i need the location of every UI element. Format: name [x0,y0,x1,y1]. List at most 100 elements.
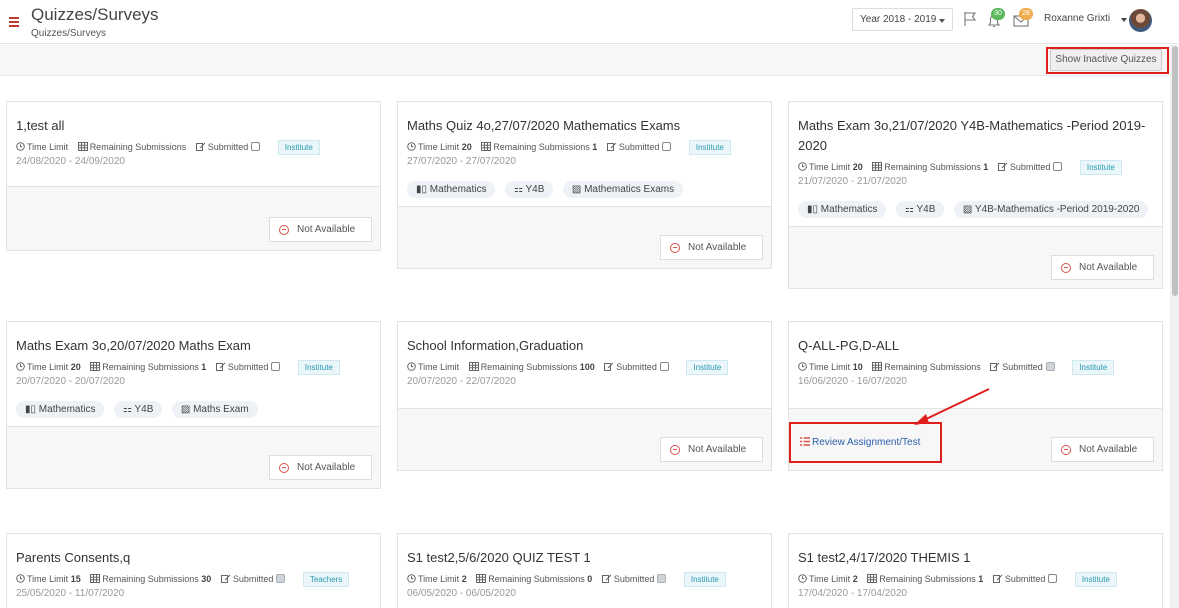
time-limit-value: 15 [70,574,81,584]
not-available-button[interactable]: Not Available [269,455,372,480]
not-available-label: Not Available [1079,262,1138,273]
minus-circle-icon [279,225,289,235]
class-chip: ⚏ Y4B [895,201,945,218]
year-select[interactable]: Year 2018 - 2019 [852,8,953,31]
quiz-title[interactable]: Maths Quiz 4o,27/07/2020 Mathematics Exa… [407,116,762,136]
quiz-title[interactable]: S1 test2,5/6/2020 QUIZ TEST 1 [407,548,762,568]
quiz-title[interactable]: Maths Exam 3o,21/07/2020 Y4B-Mathematics… [798,116,1153,156]
class-chip: ⚏ Y4B [113,401,163,418]
quiz-title[interactable]: Parents Consents,q [16,548,371,568]
not-available-label: Not Available [688,444,747,455]
hamburger-icon[interactable] [9,17,19,27]
year-select-value: Year 2018 - 2019 [860,14,937,25]
quiz-dates: 20/07/2020 - 20/07/2020 [16,376,125,387]
scrollbar-thumb[interactable] [1172,46,1178,296]
submitted-label: Submitted [618,142,660,152]
quiz-dates: 17/04/2020 - 17/04/2020 [798,588,907,599]
grid-icon [77,142,88,151]
breadcrumb[interactable]: Quizzes/Surveys [31,28,106,39]
edit-icon [992,574,1003,583]
quiz-dates: 06/05/2020 - 06/05/2020 [407,588,516,599]
time-limit-label: Time Limit [27,362,69,372]
category-chip: ▨ Maths Exam [171,401,258,418]
top-header: Quizzes/Surveys Quizzes/Surveys Year 201… [0,0,1179,44]
remaining-value: 0 [587,574,593,584]
submitted-label: Submitted [616,362,657,372]
quiz-title[interactable]: Maths Exam 3o,20/07/2020 Maths Exam [16,336,371,356]
audience-badge: Institute [297,360,340,375]
submitted-label: Submitted [1002,362,1043,372]
clock-icon [798,162,807,171]
page-title: Quizzes/Surveys [31,5,159,24]
quiz-meta: Time Limit 20 Remaining Submissions 1 Su… [407,140,762,155]
time-limit-label: Time Limit [418,142,460,152]
clock-icon [798,574,807,583]
book-icon: ▮▯ [25,404,39,415]
clock-icon [407,142,416,151]
remaining-label: Remaining Submissions [488,574,585,584]
category-chip: ▨ Y4B-Mathematics -Period 2019-2020 [953,201,1149,218]
minus-circle-icon [279,463,289,473]
not-available-button[interactable]: Not Available [660,235,763,260]
time-limit-value: 2 [852,574,858,584]
quiz-title[interactable]: Q-ALL-PG,D-ALL [798,336,1153,356]
submitted-checkbox[interactable] [276,574,286,583]
quiz-title[interactable]: S1 test2,4/17/2020 THEMIS 1 [798,548,1153,568]
time-limit-label: Time Limit [27,142,69,152]
quiz-dates: 24/08/2020 - 24/09/2020 [16,156,125,167]
avatar[interactable] [1129,9,1152,32]
remaining-value: 1 [201,362,207,372]
not-available-button[interactable]: Not Available [1051,437,1154,462]
not-available-button[interactable]: Not Available [660,437,763,462]
pencil-square-icon: ▨ [571,184,585,195]
minus-circle-icon [670,445,680,455]
chevron-down-icon[interactable] [1121,18,1127,22]
grid-icon [481,142,492,151]
subject-chip: ▮▯ Mathematics [798,201,887,218]
remaining-label: Remaining Submissions [480,362,578,372]
quiz-dates: 20/07/2020 - 22/07/2020 [407,376,516,387]
quiz-title[interactable]: School Information,Graduation [407,336,762,356]
grid-icon [90,574,101,583]
submitted-checkbox[interactable] [662,142,672,151]
user-name[interactable]: Roxanne Grixti [1044,13,1110,24]
grid-icon [468,362,479,371]
submitted-checkbox[interactable] [659,362,669,371]
submitted-checkbox[interactable] [251,142,261,151]
audience-badge: Institute [683,572,726,587]
submitted-checkbox[interactable] [1053,162,1063,171]
submitted-checkbox[interactable] [271,362,281,371]
grid-icon [872,362,883,371]
submitted-label: Submitted [227,362,269,372]
clock-icon [16,362,25,371]
remaining-label: Remaining Submissions [102,574,199,584]
audience-badge: Teachers [302,572,350,587]
submitted-checkbox[interactable] [1045,362,1055,371]
quiz-title[interactable]: 1,test all [16,116,371,136]
submitted-checkbox[interactable] [657,574,667,583]
time-limit-value: 20 [461,142,472,152]
not-available-button[interactable]: Not Available [1051,255,1154,280]
time-limit-label: Time Limit [27,574,69,584]
clock-icon [798,362,807,371]
remaining-value: 1 [592,142,598,152]
card-footer: Not Available [398,206,771,268]
not-available-button[interactable]: Not Available [269,217,372,242]
audience-badge: Institute [1072,360,1115,375]
audience-badge: Institute [277,140,320,155]
submitted-checkbox[interactable] [1048,574,1058,583]
not-available-label: Not Available [688,242,747,253]
annotation-arrow [914,388,990,425]
flag-icon[interactable] [962,10,980,28]
submitted-label: Submitted [1004,574,1046,584]
grid-icon [872,162,883,171]
group-icon: ⚏ [904,204,917,215]
quiz-card: Maths Exam 3o,20/07/2020 Maths Exam Time… [6,321,381,489]
messages-badge: 28 [1019,8,1033,20]
clock-icon [16,574,25,583]
quiz-dates: 25/05/2020 - 11/07/2020 [16,588,125,599]
book-icon: ▮▯ [416,184,430,195]
remaining-value: 1 [978,574,984,584]
edit-icon [606,142,617,151]
submitted-label: Submitted [613,574,655,584]
